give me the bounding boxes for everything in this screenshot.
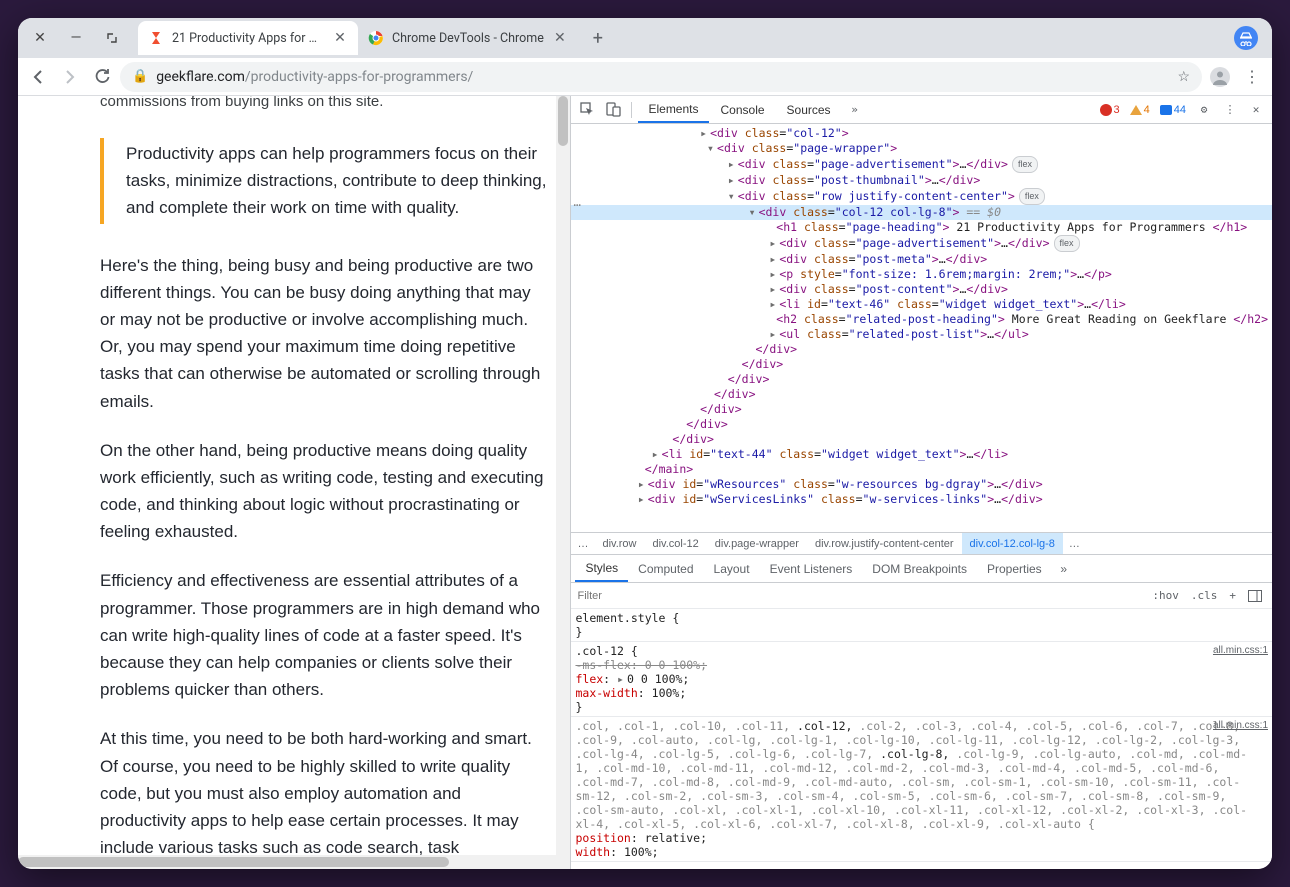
cls-toggle[interactable]: .cls xyxy=(1187,589,1222,602)
message-count-badge[interactable]: 44 xyxy=(1156,104,1190,116)
error-count-badge[interactable]: 3 xyxy=(1096,104,1124,116)
profile-avatar[interactable] xyxy=(1206,63,1234,91)
article-paragraph: Efficiency and effectiveness are essenti… xyxy=(100,567,546,703)
source-link[interactable]: all.min.css:1 xyxy=(1213,719,1268,733)
more-tabs-icon[interactable]: » xyxy=(843,98,867,122)
ellipsis-icon: ⋯ xyxy=(573,198,580,213)
breadcrumb-item[interactable]: div.row.justify-content-center xyxy=(807,533,962,554)
page-viewport[interactable]: commissions from buying links on this si… xyxy=(18,96,570,869)
devtools-breadcrumb[interactable]: … div.row div.col-12 div.page-wrapper di… xyxy=(571,532,1272,554)
tab-title: Chrome DevTools - Chrome xyxy=(392,31,544,46)
devtools-close-icon[interactable]: ✕ xyxy=(1244,98,1268,122)
breadcrumb-item[interactable]: div.page-wrapper xyxy=(707,533,807,554)
devtools-panel: Elements Console Sources » 3 4 44 ⚙ ⋮ ✕ … xyxy=(570,96,1272,869)
styles-panel: Styles Computed Layout Event Listeners D… xyxy=(571,554,1272,869)
devtools-tab-console[interactable]: Console xyxy=(711,96,775,123)
styles-tab-dom-breakpoints[interactable]: DOM Breakpoints xyxy=(862,555,977,582)
content-split: commissions from buying links on this si… xyxy=(18,96,1272,869)
warning-count-badge[interactable]: 4 xyxy=(1126,104,1154,116)
breadcrumb-item[interactable]: div.row xyxy=(594,533,644,554)
tab-favicon-geekflare xyxy=(148,30,164,46)
device-toggle-icon[interactable] xyxy=(601,98,625,122)
article-paragraph: On the other hand, being productive mean… xyxy=(100,437,546,546)
styles-filter-bar: :hov .cls + xyxy=(571,583,1272,609)
address-bar[interactable]: 🔒 geekflare.com/productivity-apps-for-pr… xyxy=(120,62,1202,92)
window-maximize-button[interactable] xyxy=(98,24,126,52)
devtools-menu-icon[interactable]: ⋮ xyxy=(1218,98,1242,122)
breadcrumb-item[interactable]: div.col-12 xyxy=(645,533,707,554)
vertical-scrollbar[interactable] xyxy=(556,96,570,869)
styles-tab-computed[interactable]: Computed xyxy=(628,555,703,582)
inspect-element-icon[interactable] xyxy=(575,98,599,122)
incognito-icon[interactable] xyxy=(1234,26,1258,50)
styles-tab-properties[interactable]: Properties xyxy=(977,555,1052,582)
affiliate-note: commissions from buying links on this si… xyxy=(100,96,546,114)
horizontal-scrollbar[interactable] xyxy=(18,855,556,869)
breadcrumb-scroll-right[interactable]: … xyxy=(1063,533,1086,554)
tab-active[interactable]: 21 Productivity Apps for Pr… ✕ xyxy=(138,21,358,55)
browser-window: ✕ — 21 Productivity Apps for Pr… ✕ Chrom… xyxy=(18,18,1272,869)
article-paragraph: Here's the thing, being busy and being p… xyxy=(100,252,546,415)
article-blockquote: Productivity apps can help programmers f… xyxy=(100,138,546,224)
hov-toggle[interactable]: :hov xyxy=(1148,589,1183,602)
window-minimize-button[interactable]: — xyxy=(62,24,90,52)
styles-tab-layout[interactable]: Layout xyxy=(704,555,760,582)
nav-forward-button[interactable] xyxy=(56,63,84,91)
dom-tree[interactable]: ⋯ ▸<div class="col-12"> ▾<div class="pag… xyxy=(571,124,1272,532)
source-link[interactable]: all.min.css:1 xyxy=(1213,644,1268,658)
scrollbar-thumb[interactable] xyxy=(18,857,449,867)
styles-filter-input[interactable] xyxy=(577,590,1144,602)
tab-strip: 21 Productivity Apps for Pr… ✕ Chrome De… xyxy=(138,21,1234,55)
url-text: geekflare.com/productivity-apps-for-prog… xyxy=(156,69,473,85)
nav-toolbar: 🔒 geekflare.com/productivity-apps-for-pr… xyxy=(18,58,1272,96)
styles-tab-styles[interactable]: Styles xyxy=(575,555,628,582)
titlebar: ✕ — 21 Productivity Apps for Pr… ✕ Chrom… xyxy=(18,18,1272,58)
nav-back-button[interactable] xyxy=(24,63,52,91)
chrome-menu-button[interactable]: ⋮ xyxy=(1238,63,1266,91)
add-rule-icon[interactable]: + xyxy=(1225,589,1240,602)
bookmark-star-icon[interactable]: ☆ xyxy=(1177,69,1190,85)
breadcrumb-scroll-left[interactable]: … xyxy=(571,533,594,554)
styles-tab-event-listeners[interactable]: Event Listeners xyxy=(760,555,863,582)
more-tabs-icon[interactable]: » xyxy=(1052,557,1076,581)
nav-reload-button[interactable] xyxy=(88,63,116,91)
devtools-tab-sources[interactable]: Sources xyxy=(777,96,841,123)
devtools-tab-elements[interactable]: Elements xyxy=(638,96,708,123)
tab-title: 21 Productivity Apps for Pr… xyxy=(172,31,324,46)
computed-sidebar-icon[interactable] xyxy=(1244,590,1266,602)
devtools-settings-icon[interactable]: ⚙ xyxy=(1192,98,1216,122)
tab-close-icon[interactable]: ✕ xyxy=(552,30,568,46)
tab-inactive[interactable]: Chrome DevTools - Chrome ✕ xyxy=(358,21,578,55)
lock-icon: 🔒 xyxy=(132,69,148,84)
devtools-toolbar: Elements Console Sources » 3 4 44 ⚙ ⋮ ✕ xyxy=(571,96,1272,124)
selected-dom-node: ▾<div class="col-12 col-lg-8"> == $0 xyxy=(571,205,1272,220)
styles-tabs: Styles Computed Layout Event Listeners D… xyxy=(571,555,1272,583)
scrollbar-thumb[interactable] xyxy=(558,96,568,146)
article-paragraph: At this time, you need to be both hard-w… xyxy=(100,725,546,869)
styles-rules[interactable]: element.style { } all.min.css:1 .col-12 … xyxy=(571,609,1272,869)
window-close-button[interactable]: ✕ xyxy=(26,24,54,52)
new-tab-button[interactable]: + xyxy=(584,24,612,52)
breadcrumb-item-active[interactable]: div.col-12.col-lg-8 xyxy=(962,533,1063,554)
tab-close-icon[interactable]: ✕ xyxy=(332,30,348,46)
tab-favicon-chrome xyxy=(368,30,384,46)
